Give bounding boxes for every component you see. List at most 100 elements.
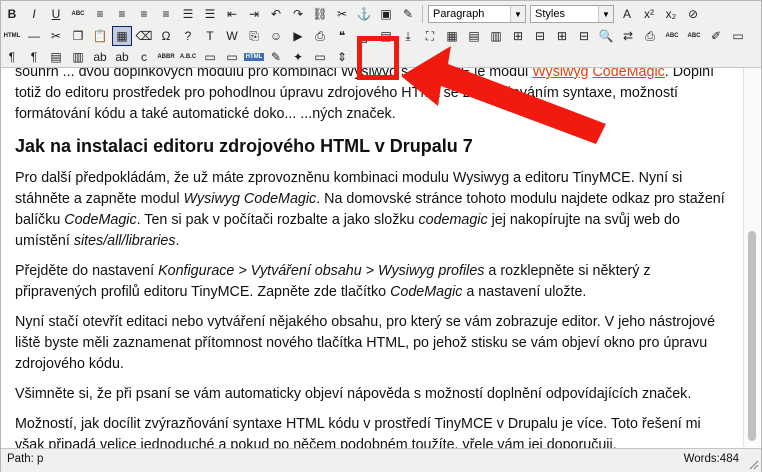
italic-button[interactable]: I <box>24 4 44 24</box>
insert-col-button[interactable]: ⊞ <box>552 26 572 46</box>
print2-button[interactable]: ⎙ <box>640 26 660 46</box>
blockquote-button[interactable]: ❝ <box>332 26 352 46</box>
toolbar-row-3-buttons: ¶ ¶ ▤ ▥ ab ab c ABBR A.B.C ▭ ▭ HTML ✎ ✦ ▭ ⇕ <box>1 47 353 67</box>
copy-icon: ❐ <box>72 29 84 43</box>
fullscreen-button[interactable]: ⛶ <box>420 26 440 46</box>
p1-em-d: sites/all/libraries <box>73 233 176 249</box>
acronym-button[interactable]: ABBR <box>156 47 176 67</box>
search-button[interactable]: 🔍 <box>596 26 616 46</box>
numbered-list-button[interactable]: ☰ <box>200 4 220 24</box>
abs-icon: ▥ <box>72 50 84 64</box>
cite-button[interactable]: c <box>134 47 154 67</box>
cleanup-button[interactable]: ✎ <box>398 4 418 24</box>
styleprops-button[interactable]: ✐ <box>706 26 726 46</box>
element-path[interactable]: Path: p <box>7 453 43 465</box>
align-left-button[interactable]: ≡ <box>90 4 110 24</box>
subscript-button[interactable]: x₂ <box>661 4 681 24</box>
format-select[interactable]: Paragraph ▼ <box>428 5 526 23</box>
cleanup2-button[interactable]: ⌫ <box>134 26 154 46</box>
replace-button[interactable]: ⇄ <box>618 26 638 46</box>
cleanup2-icon: ⌫ <box>135 29 153 43</box>
unlink-button[interactable]: ✂ <box>332 4 352 24</box>
superscript-button[interactable]: x² <box>639 4 659 24</box>
cut-button[interactable]: ✂ <box>46 26 66 46</box>
cell-props-button[interactable]: ▥ <box>486 26 506 46</box>
bullet-list-button[interactable]: ☰ <box>178 4 198 24</box>
editor-content-area[interactable]: souhrn ... dvou doplňkových modulů pro k… <box>1 68 743 448</box>
redo-button[interactable]: ↷ <box>288 4 308 24</box>
inserttime-button[interactable]: ▭ <box>222 47 242 67</box>
insertdate-button[interactable]: ▭ <box>200 47 220 67</box>
removeformat-button[interactable]: ⊘ <box>683 4 703 24</box>
select-all-button[interactable]: ⎘ <box>244 26 264 46</box>
emotion-button[interactable]: ☺ <box>266 26 286 46</box>
underline-button[interactable]: U <box>46 4 66 24</box>
bold-icon: B <box>7 7 17 21</box>
resize-handle-icon[interactable] <box>747 458 759 470</box>
redo-icon: ↷ <box>292 7 304 21</box>
image-button[interactable]: ▣ <box>376 4 396 24</box>
strikethrough-button[interactable]: ABC <box>68 4 88 24</box>
delete-col-button[interactable]: ⊟ <box>574 26 594 46</box>
attribs-button[interactable]: ▭ <box>728 26 748 46</box>
paste-text-button[interactable]: T <box>200 26 220 46</box>
ins-icon: ab <box>93 50 107 64</box>
print-button[interactable]: ⎙ <box>310 26 330 46</box>
vertical-scrollbar[interactable] <box>743 68 760 447</box>
layer-icon: ▤ <box>50 50 62 64</box>
pagebreak-button[interactable]: ⤓ <box>398 26 418 46</box>
styles-select[interactable]: Styles ▼ <box>530 5 614 23</box>
row-props-button[interactable]: ▤ <box>464 26 484 46</box>
red-arrow-icon <box>401 46 606 144</box>
help-button[interactable]: ? <box>178 26 198 46</box>
abs-button[interactable]: ▥ <box>68 47 88 67</box>
toolbar-row-1-buttons: B I U ABC ≡ ≡ ≡ ≡ ☰ ☰ ⇤ ⇥ ↶ ↷ ⛓ ✂ ⚓ ▣ ✎ <box>1 4 419 24</box>
visualaid-button[interactable]: ▦ <box>112 26 132 46</box>
hr-button[interactable]: — <box>24 26 44 46</box>
bold-button[interactable]: B <box>2 4 22 24</box>
select-all-icon: ⎘ <box>249 28 259 43</box>
scrollbar-thumb[interactable] <box>748 231 756 441</box>
indent-button[interactable]: ⇥ <box>244 4 264 24</box>
wand-button[interactable]: ✦ <box>288 47 308 67</box>
chevron-down-icon: ▼ <box>598 6 613 22</box>
spellcheck2-button[interactable]: ABC <box>684 26 704 46</box>
codemagic-html-button[interactable]: HTML <box>243 47 265 67</box>
undo-button[interactable]: ↶ <box>266 4 286 24</box>
html-code-button[interactable]: HTML <box>2 26 22 46</box>
link-button[interactable]: ⛓ <box>310 4 330 24</box>
anchor-button[interactable]: ⚓ <box>354 4 374 24</box>
delete-row-button[interactable]: ⊟ <box>530 26 550 46</box>
ins-button[interactable]: ab <box>90 47 110 67</box>
outdent-button[interactable]: ⇤ <box>222 4 242 24</box>
copy-button[interactable]: ❐ <box>68 26 88 46</box>
spellcheck-button[interactable]: ABC <box>662 26 682 46</box>
print2-icon: ⎙ <box>645 28 655 43</box>
abbr-button[interactable]: A.B.C <box>178 47 198 67</box>
align-right-button[interactable]: ≡ <box>134 4 154 24</box>
table-button[interactable]: ▦ <box>442 26 462 46</box>
anchor-icon: ⚓ <box>356 7 372 21</box>
layer-button[interactable]: ▤ <box>46 47 66 67</box>
insert-row-button[interactable]: ⊞ <box>508 26 528 46</box>
align-center-icon: ≡ <box>118 7 126 21</box>
rtl-button[interactable]: ¶ <box>24 47 44 67</box>
insert-row-icon: ⊞ <box>512 29 524 43</box>
pencil-button[interactable]: ✎ <box>266 47 286 67</box>
charmap-button[interactable]: Ω <box>156 26 176 46</box>
paragraph-5: Možností, jak docílit zvýrazňování synta… <box>15 416 701 448</box>
paste-word-button[interactable]: W <box>222 26 242 46</box>
doc-button[interactable]: ▭ <box>310 47 330 67</box>
ltr-button[interactable]: ¶ <box>2 47 22 67</box>
forecolor-button[interactable]: A <box>617 4 637 24</box>
help-icon: ? <box>184 29 192 43</box>
align-center-button[interactable]: ≡ <box>112 4 132 24</box>
split-button[interactable]: ⇕ <box>332 47 352 67</box>
superscript-icon: x² <box>644 7 654 21</box>
del-button[interactable]: ab <box>112 47 132 67</box>
insert-col-icon: ⊞ <box>556 29 568 43</box>
align-justify-button[interactable]: ≡ <box>156 4 176 24</box>
media-button[interactable]: ▶ <box>288 26 308 46</box>
align-left-icon: ≡ <box>96 7 104 21</box>
paste-button[interactable]: 📋 <box>90 26 110 46</box>
